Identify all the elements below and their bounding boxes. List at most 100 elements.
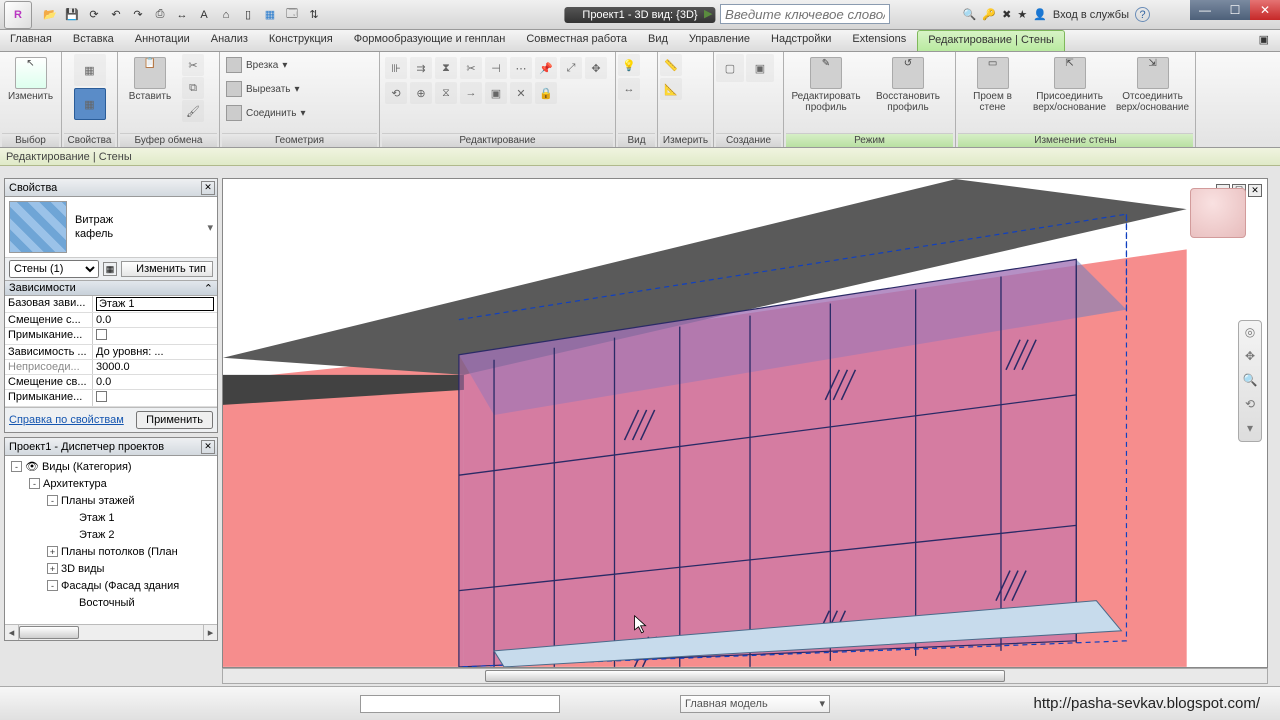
attach-button[interactable]: ⇱Присоединить верх/основание	[1029, 54, 1110, 116]
tree-item[interactable]: Этаж 2	[5, 526, 217, 543]
open-icon[interactable]: 📂	[40, 5, 60, 25]
tab-edit-walls[interactable]: Редактирование | Стены	[917, 30, 1065, 51]
minimize-button[interactable]: —	[1190, 0, 1220, 20]
tab-9[interactable]: Надстройки	[761, 30, 842, 51]
view-expand-icon[interactable]: ▾	[1242, 421, 1258, 437]
tree-toggle-icon[interactable]: -	[11, 461, 22, 472]
checkbox-icon[interactable]	[96, 329, 107, 340]
type-properties-icon[interactable]: ▦	[74, 88, 106, 120]
sync-icon[interactable]: ⟳	[84, 5, 104, 25]
tree-toggle-icon[interactable]: -	[47, 580, 58, 591]
tree-item[interactable]: Восточный	[5, 594, 217, 611]
dropdown-icon[interactable]: ▾	[207, 221, 213, 234]
browser-title[interactable]: Проект1 - Диспетчер проектов✕	[5, 438, 217, 456]
measure-dist-icon[interactable]: 📏	[660, 54, 682, 76]
tree-toggle-icon[interactable]: +	[47, 546, 58, 557]
mirror2-icon[interactable]: ⧖	[435, 82, 457, 104]
prop-value[interactable]: До уровня: ...	[93, 345, 217, 359]
detach-button[interactable]: ⇲Отсоединить верх/основание	[1112, 54, 1193, 116]
group-header[interactable]: Зависимости⌃	[5, 280, 217, 296]
tree-item[interactable]: -Планы этажей	[5, 492, 217, 509]
tree-item[interactable]: -👁Виды (Категория)	[5, 458, 217, 475]
move-icon[interactable]: ✥	[585, 57, 607, 79]
steering-icon[interactable]: ◎	[1242, 325, 1258, 341]
tree-item[interactable]: -Архитектура	[5, 475, 217, 492]
prop-value[interactable]: 0.0	[93, 313, 217, 327]
rotate-icon[interactable]: ⟲	[385, 82, 407, 104]
tree-toggle-icon[interactable]: +	[47, 563, 58, 574]
pan-icon[interactable]: ✥	[1242, 349, 1258, 365]
zoom-icon[interactable]: 🔍	[1242, 373, 1258, 389]
apply-button[interactable]: Применить	[136, 411, 213, 429]
3d-viewport[interactable]	[222, 178, 1268, 668]
status-combo-1[interactable]	[360, 695, 560, 713]
array-icon[interactable]: ⋯	[510, 57, 532, 79]
tree-toggle-icon[interactable]: -	[29, 478, 40, 489]
print-icon[interactable]: ⎙	[150, 5, 170, 25]
tab-2[interactable]: Аннотации	[125, 30, 201, 51]
tab-8[interactable]: Управление	[679, 30, 761, 51]
create-group-icon[interactable]: ▣	[746, 54, 774, 82]
redo-icon[interactable]: ↷	[128, 5, 148, 25]
mirror-icon[interactable]: ⧗	[435, 57, 457, 79]
tree-toggle-icon[interactable]: -	[47, 495, 58, 506]
tab-4[interactable]: Конструкция	[259, 30, 344, 51]
match-icon[interactable]: 🖌	[182, 100, 204, 122]
create-similar-icon[interactable]: ▢	[716, 54, 744, 82]
align-icon[interactable]: ⊪	[385, 57, 407, 79]
prop-value[interactable]: 3000.0	[93, 360, 217, 374]
measure-ang-icon[interactable]: 📐	[660, 78, 682, 100]
text-icon[interactable]: A	[194, 5, 214, 25]
undo-icon[interactable]: ↶	[106, 5, 126, 25]
lock-icon[interactable]: 🔒	[535, 82, 557, 104]
viewcube[interactable]	[1190, 188, 1246, 238]
wall-opening-button[interactable]: ▭Проем в стене	[958, 54, 1027, 116]
help-icon[interactable]: ?	[1135, 7, 1150, 22]
tab-0[interactable]: Главная	[0, 30, 63, 51]
tree-item[interactable]: +Планы потолков (План	[5, 543, 217, 560]
offset-icon[interactable]: ⇉	[410, 57, 432, 79]
tab-5[interactable]: Формообразующие и генплан	[344, 30, 517, 51]
switch-icon[interactable]: ⇅	[304, 5, 324, 25]
view-horizontal-scrollbar[interactable]	[222, 668, 1268, 684]
instance-combo[interactable]: Стены (1)	[9, 260, 99, 278]
tree-item[interactable]: +3D виды	[5, 560, 217, 577]
modify-button[interactable]: ↖Изменить	[2, 54, 59, 105]
close-button[interactable]: ✕	[1250, 0, 1280, 20]
binoculars-icon[interactable]: 🔍	[963, 8, 977, 21]
workset-combo[interactable]: Главная модель▾	[680, 695, 830, 713]
paste-button[interactable]: 📋Вставить	[120, 54, 180, 105]
cut-geom-button[interactable]: Вырезать▾	[222, 78, 304, 100]
split-icon[interactable]: ✂	[460, 57, 482, 79]
login-link[interactable]: Вход в службы	[1053, 9, 1129, 21]
3d-icon[interactable]: ⌂	[216, 5, 236, 25]
trim-icon[interactable]: ⊣	[485, 57, 507, 79]
checkbox-icon[interactable]	[96, 391, 107, 402]
search-input[interactable]	[720, 4, 890, 24]
tab-6[interactable]: Совместная работа	[516, 30, 638, 51]
prop-value[interactable]	[93, 296, 217, 312]
copy2-icon[interactable]: ⊕	[410, 82, 432, 104]
filter-icon[interactable]: ▦	[103, 262, 117, 276]
cope-button[interactable]: Врезка▾	[222, 54, 291, 76]
properties-icon[interactable]: ▦	[74, 54, 106, 86]
tab-10[interactable]: Extensions	[842, 30, 917, 51]
star-icon[interactable]: ★	[1017, 8, 1027, 21]
sheet-icon[interactable]: ▦	[260, 5, 280, 25]
play-icon[interactable]: ▶	[704, 7, 712, 20]
section-icon[interactable]: ▯	[238, 5, 258, 25]
prop-value[interactable]	[93, 328, 217, 344]
browser-scrollbar[interactable]: ◂▸	[5, 624, 217, 640]
prop-value[interactable]	[93, 390, 217, 406]
exchange-icon[interactable]: ✖	[1002, 8, 1011, 21]
key-icon[interactable]: 🔑	[982, 8, 996, 21]
prop-value[interactable]: 0.0	[93, 375, 217, 389]
edit-profile-button[interactable]: ✎Редактировать профиль	[786, 54, 866, 116]
extend-icon[interactable]: →	[460, 82, 482, 104]
scale-icon[interactable]: ⤢	[560, 57, 582, 79]
tab-1[interactable]: Вставка	[63, 30, 125, 51]
edit-type-button[interactable]: Изменить тип	[121, 261, 213, 277]
window-icon[interactable]: 🗔	[282, 5, 302, 25]
tab-3[interactable]: Анализ	[201, 30, 259, 51]
hide-icon[interactable]: 💡	[618, 54, 640, 76]
